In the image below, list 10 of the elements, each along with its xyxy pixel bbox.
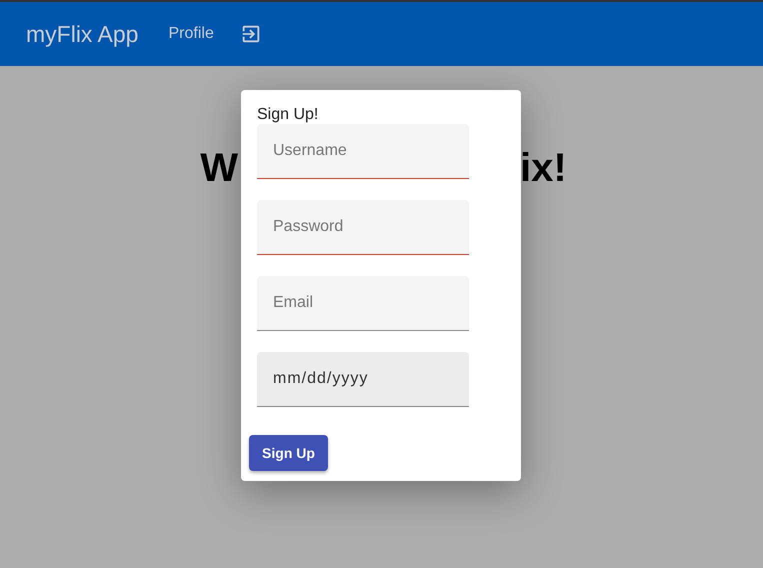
welcome-heading: ix!: [520, 146, 567, 191]
dialog-title: Sign Up!: [257, 106, 320, 124]
profile-link[interactable]: Profile: [168, 25, 214, 43]
app-brand[interactable]: myFlix App: [26, 20, 138, 48]
input-field[interactable]: Username: [257, 124, 469, 179]
input-field[interactable]: Email: [257, 276, 469, 331]
input-field[interactable]: Password: [257, 200, 469, 255]
date-field[interactable]: mm/dd/yyyy: [257, 352, 469, 407]
welcome-heading: W: [200, 146, 238, 191]
signup-button[interactable]: Sign Up: [249, 435, 328, 471]
